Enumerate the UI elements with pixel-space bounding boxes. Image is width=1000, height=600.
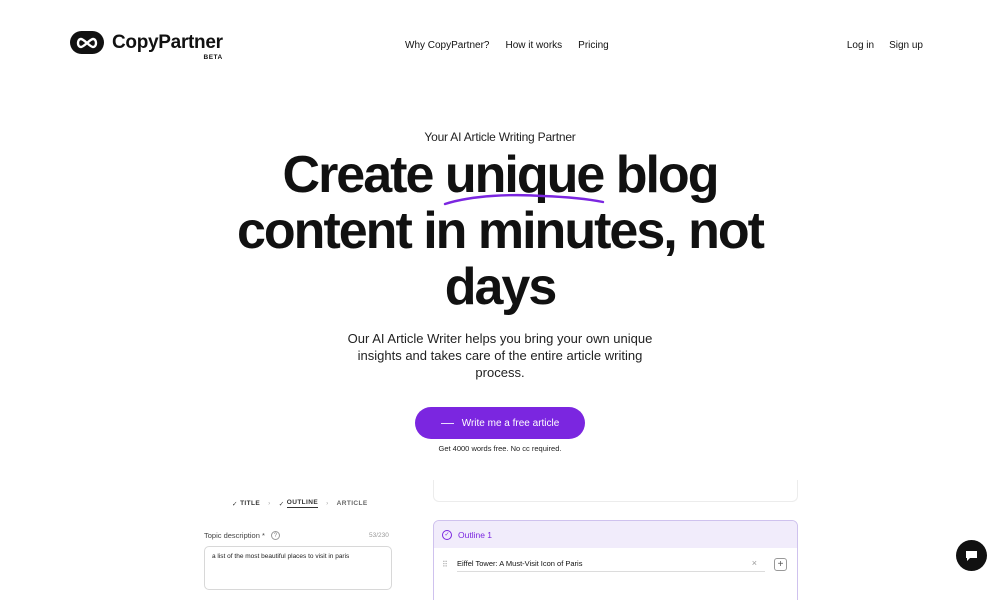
hero-eyebrow: Your AI Article Writing Partner (424, 130, 576, 144)
step-article[interactable]: ARTICLE (337, 500, 368, 507)
brand-logo[interactable]: CopyPartner BETA (70, 31, 223, 61)
signup-link[interactable]: Sign up (889, 40, 923, 51)
outline-item-input[interactable] (457, 556, 765, 572)
topic-description-input[interactable]: a list of the most beautiful places to v… (204, 546, 392, 590)
headline-word-blog: blog (615, 146, 720, 204)
headline-word-create: Create (282, 146, 435, 204)
headline-line-1: Create unique blog (0, 146, 1000, 206)
outline-card: ✓ Outline 1 ⠿ × + (433, 520, 798, 600)
topic-char-count: 53/230 (369, 532, 389, 539)
outline-header[interactable]: ✓ Outline 1 (434, 521, 797, 548)
drag-handle-icon[interactable]: ⠿ (442, 560, 448, 569)
login-link[interactable]: Log in (847, 40, 874, 51)
dash-icon (440, 422, 454, 424)
nav-pricing[interactable]: Pricing (578, 40, 609, 51)
chevron-right-icon: › (326, 500, 329, 507)
write-free-article-button[interactable]: Write me a free article (415, 407, 585, 439)
chat-widget-button[interactable] (956, 540, 987, 571)
cta-note: Get 4000 words free. No cc required. (438, 444, 562, 453)
nav-why-copypartner[interactable]: Why CopyPartner? (405, 40, 489, 51)
step-title[interactable]: TITLE (240, 500, 260, 507)
preview-card (433, 480, 798, 502)
wizard-steps: ✓ TITLE › ✓ OUTLINE › ARTICLE (232, 499, 368, 508)
outline-title: Outline 1 (458, 529, 493, 540)
infinity-icon (70, 31, 104, 54)
brand-name: CopyPartner BETA (112, 31, 223, 61)
check-icon: ✓ (278, 500, 287, 508)
headline-line-3: days (444, 258, 558, 316)
nav-how-it-works[interactable]: How it works (505, 40, 562, 51)
plus-icon[interactable]: + (774, 557, 787, 571)
underline-squiggle (443, 193, 605, 206)
headline-highlight: unique (443, 147, 605, 206)
step-outline[interactable]: OUTLINE (286, 499, 319, 508)
main-nav: Why CopyPartner? How it works Pricing (405, 40, 609, 51)
outline-item-row: ⠿ × + (442, 556, 787, 572)
chat-bubble-icon (966, 550, 977, 561)
auth-links: Log in Sign up (847, 40, 923, 51)
topic-description-label: Topic description * ? (204, 531, 280, 540)
check-icon: ✓ (232, 500, 241, 508)
hero-headline: Create unique blog content in minutes, n… (0, 147, 1000, 315)
hero-subtext: Our AI Article Writer helps you bring yo… (347, 331, 653, 380)
topic-label-text: Topic description * (204, 531, 265, 540)
chevron-right-icon: › (268, 500, 271, 507)
top-nav: CopyPartner BETA Why CopyPartner? How it… (0, 0, 1000, 90)
cta-label: Write me a free article (461, 417, 560, 429)
headline-line-2: content in minutes, not (237, 202, 765, 260)
close-icon[interactable]: × (752, 558, 757, 568)
brand-name-text: CopyPartner (112, 31, 223, 53)
beta-badge: BETA (203, 53, 223, 61)
help-icon[interactable]: ? (270, 531, 280, 540)
check-circle-icon: ✓ (442, 529, 452, 540)
